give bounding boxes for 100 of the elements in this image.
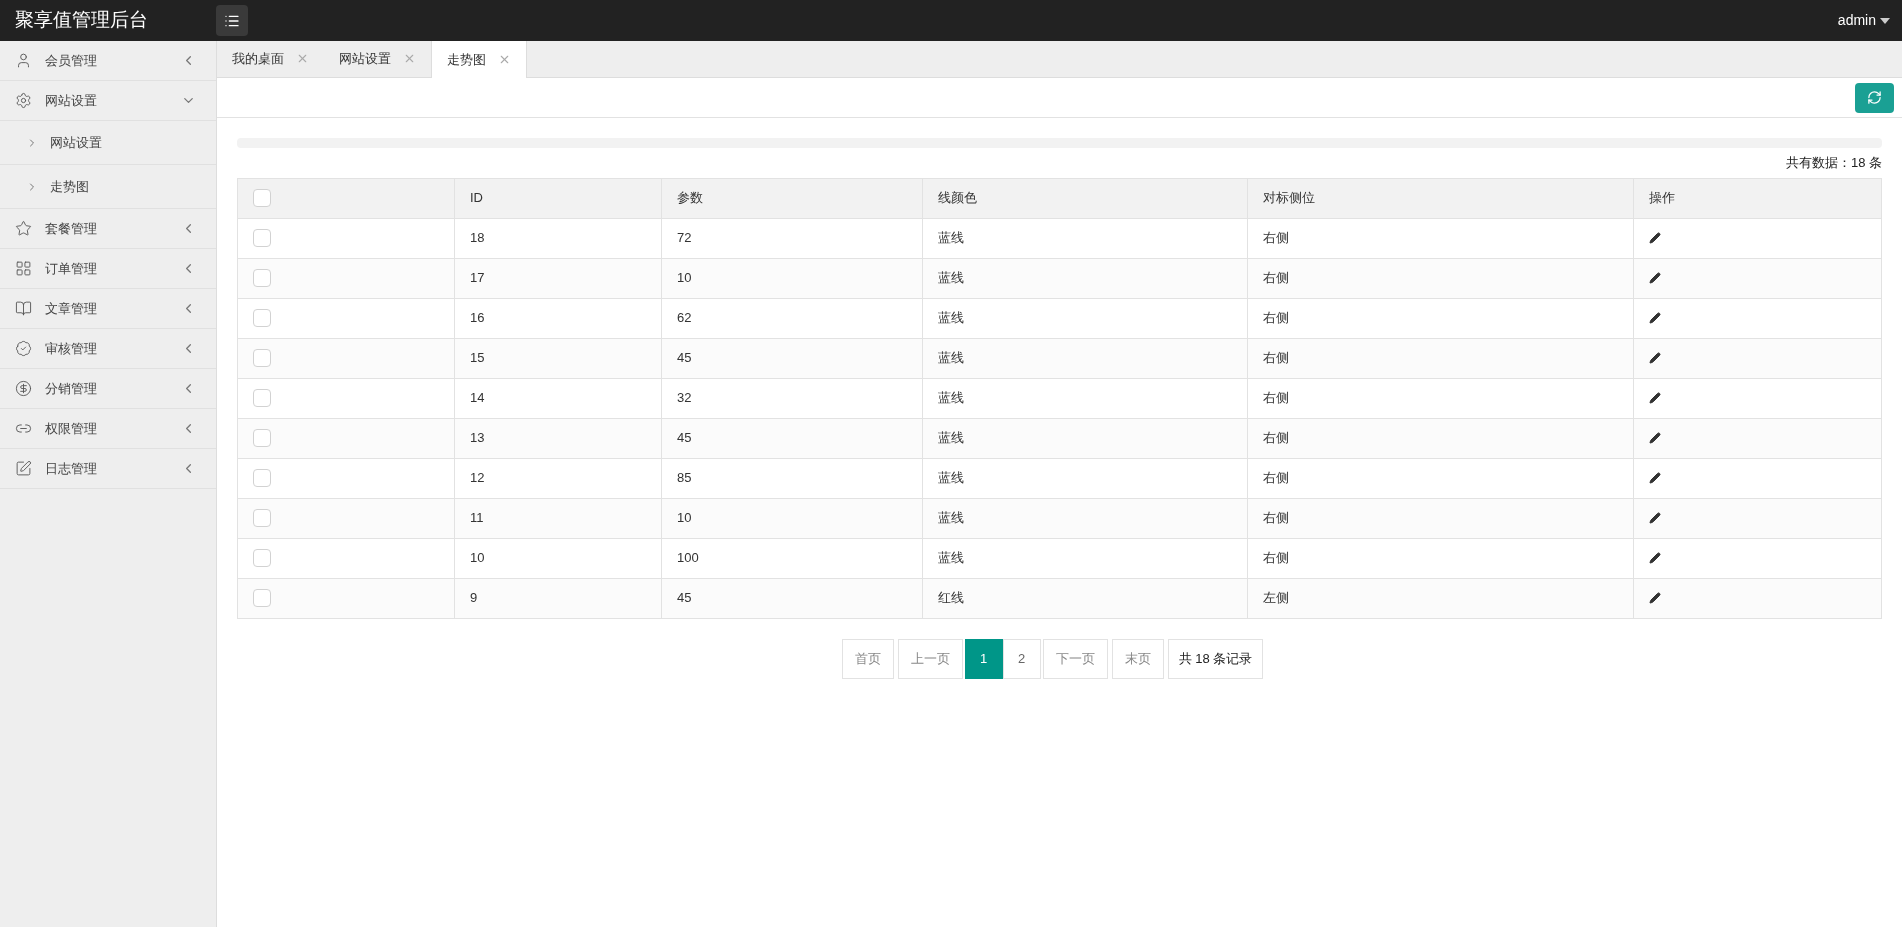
edit-button[interactable]: [1649, 432, 1661, 444]
table-cell-text: 蓝线: [938, 429, 964, 448]
edit-button[interactable]: [1649, 312, 1661, 324]
page-link[interactable]: 末页: [1111, 638, 1164, 679]
sidebar-item[interactable]: 网站设置: [0, 81, 216, 121]
edit-button[interactable]: [1649, 392, 1661, 404]
close-icon[interactable]: [296, 52, 309, 65]
checkbox[interactable]: [253, 549, 271, 567]
checkbox[interactable]: [253, 589, 271, 607]
sidebar-item[interactable]: 日志管理: [0, 449, 216, 489]
table-cell-text: 右侧: [1263, 469, 1289, 488]
sidebar-item[interactable]: 文章管理: [0, 289, 216, 329]
table-cell-text: 右侧: [1263, 549, 1289, 568]
table-cell-text: 右侧: [1263, 269, 1289, 288]
pencil-icon: [1649, 552, 1661, 564]
caret-icon: [1880, 17, 1890, 24]
tab[interactable]: 走势图: [431, 41, 527, 78]
tab-label: 网站设置: [339, 49, 391, 68]
book-icon: [15, 300, 32, 317]
pencil-icon: [1649, 232, 1661, 244]
tab[interactable]: 网站设置: [324, 40, 431, 77]
edit-button[interactable]: [1649, 552, 1661, 564]
column-header: 参数: [677, 189, 703, 208]
close-icon[interactable]: [403, 52, 416, 65]
sidebar-item[interactable]: 审核管理: [0, 329, 216, 369]
checkbox[interactable]: [253, 229, 271, 247]
sidebar-item[interactable]: 权限管理: [0, 409, 216, 449]
tab[interactable]: 我的桌面: [217, 40, 324, 77]
close-icon[interactable]: [498, 53, 511, 66]
checkbox[interactable]: [253, 389, 271, 407]
pencil-icon: [1649, 592, 1661, 604]
table-cell-text: 85: [677, 469, 692, 488]
table-cell-text: 右侧: [1263, 429, 1289, 448]
total-records: 共 18 条记录: [1167, 638, 1264, 679]
table-cell-text: 右侧: [1263, 389, 1289, 408]
table-cell-text: 蓝线: [938, 229, 964, 248]
table-cell-text: 蓝线: [938, 389, 964, 408]
checkbox[interactable]: [253, 189, 271, 207]
sidebar-item[interactable]: 订单管理: [0, 249, 216, 289]
column-header: 线颜色: [938, 189, 977, 208]
table-cell-text: 45: [677, 349, 692, 368]
gear-icon: [15, 92, 32, 109]
pencil-icon: [1649, 432, 1661, 444]
star-icon: [15, 220, 32, 237]
checkbox[interactable]: [253, 309, 271, 327]
page-button[interactable]: 2: [1002, 638, 1041, 679]
edit-button[interactable]: [1649, 352, 1661, 364]
table-cell-text: 45: [677, 429, 692, 448]
table-cell-text: 右侧: [1263, 309, 1289, 328]
refresh-button[interactable]: [1855, 82, 1894, 113]
menu-button[interactable]: [216, 5, 248, 36]
table-cell-text: 蓝线: [938, 509, 964, 528]
table-cell-text: 10: [470, 549, 485, 568]
sidebar-subitem[interactable]: 网站设置: [0, 121, 216, 165]
edit-icon: [15, 460, 32, 477]
sidebar-label: 网站设置: [50, 133, 102, 152]
checkbox[interactable]: [253, 269, 271, 287]
sidebar-item[interactable]: 分销管理: [0, 369, 216, 409]
table-cell-text: 左侧: [1263, 589, 1289, 608]
column-header: ID: [470, 189, 483, 208]
pencil-icon: [1649, 272, 1661, 284]
sidebar-label: 文章管理: [45, 299, 98, 318]
edit-button[interactable]: [1649, 472, 1661, 484]
checkbox[interactable]: [253, 429, 271, 447]
table-cell-text: 12: [470, 469, 485, 488]
page-button[interactable]: 1: [964, 638, 1003, 679]
table-cell-text: 蓝线: [938, 469, 964, 488]
sidebar-label: 网站设置: [45, 91, 98, 110]
table-cell-text: 蓝线: [938, 269, 964, 288]
pencil-icon: [1649, 312, 1661, 324]
sidebar-label: 套餐管理: [45, 219, 98, 238]
page-link[interactable]: 下一页: [1042, 638, 1108, 679]
table-cell-text: 17: [470, 269, 485, 288]
checkbox[interactable]: [253, 349, 271, 367]
page-link[interactable]: 上一页: [897, 638, 963, 679]
table-cell-text: 蓝线: [938, 349, 964, 368]
pencil-icon: [1649, 352, 1661, 364]
table-cell-text: 9: [470, 589, 478, 608]
refresh-icon: [1867, 90, 1882, 105]
pencil-icon: [1649, 392, 1661, 404]
table-cell-text: 蓝线: [938, 549, 964, 568]
edit-button[interactable]: [1649, 512, 1661, 524]
page-link[interactable]: 首页: [841, 638, 894, 679]
record-count: 共有数据：18 条: [1785, 154, 1882, 172]
sidebar-item[interactable]: 套餐管理: [0, 209, 216, 249]
table-cell-text: 11: [470, 509, 484, 528]
table-cell-text: 10: [677, 509, 692, 528]
table-cell-text: 100: [677, 549, 699, 568]
table-cell-text: 45: [677, 589, 692, 608]
checkbox[interactable]: [253, 509, 271, 527]
table-cell-text: 红线: [938, 589, 964, 608]
sidebar-label: 日志管理: [45, 459, 98, 478]
sidebar-subitem[interactable]: 走势图: [0, 165, 216, 209]
edit-button[interactable]: [1649, 592, 1661, 604]
checkbox[interactable]: [253, 469, 271, 487]
edit-button[interactable]: [1649, 272, 1661, 284]
user-menu[interactable]: admin: [1837, 10, 1890, 31]
sidebar-item[interactable]: 会员管理: [0, 41, 216, 81]
pencil-icon: [1649, 512, 1661, 524]
edit-button[interactable]: [1649, 232, 1661, 244]
